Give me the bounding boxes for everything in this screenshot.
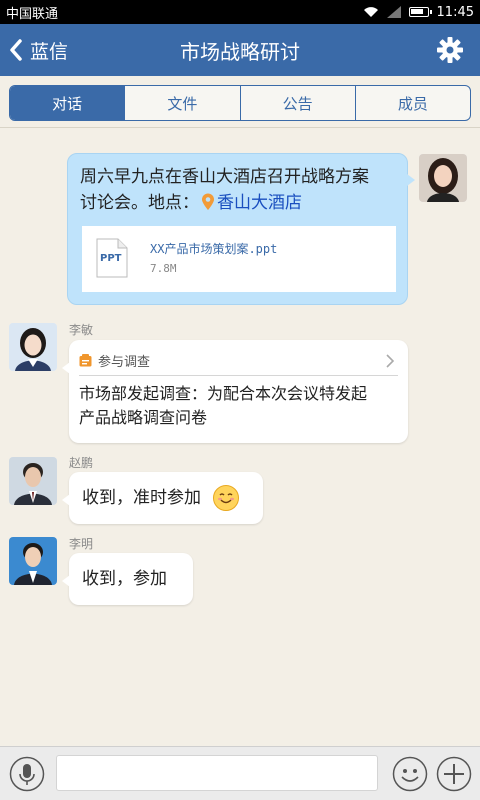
file-attachment[interactable]: PPT XX产品市场策划案.ppt 7.8M [82, 226, 396, 292]
message-bubble-self[interactable]: 周六早九点在香山大酒店召开战略方案 讨论会。地点： 香山大酒店 PPT XX产品市… [67, 153, 415, 305]
tab-members[interactable]: 成员 [356, 86, 470, 120]
status-bar: 中国联通 11:45 [0, 0, 480, 24]
tab-announcements[interactable]: 公告 [241, 86, 356, 120]
carrier-name: 中国联通 [6, 6, 59, 22]
wifi-icon [363, 7, 378, 17]
file-type-label: PPT [100, 253, 122, 264]
message-text: 周六早九点在香山大酒店召开战略方案 [80, 167, 369, 187]
file-size: 7.8M [150, 262, 177, 275]
signal-icon [386, 6, 401, 18]
survey-title: 参与调查 [98, 355, 151, 370]
location-link[interactable]: 香山大酒店 [217, 193, 302, 213]
message-text: 市场部发起调查：为配合本次会议特发起 [79, 384, 368, 403]
sender-name: 赵鹏 [69, 456, 94, 470]
message-bubble[interactable]: 收到，准时参加 [62, 472, 263, 524]
message-text: 讨论会。地点： [80, 193, 199, 213]
tab-bar: 对话 文件 公告 成员 [0, 76, 480, 128]
avatar-zhao-peng[interactable] [9, 457, 57, 505]
emoji-icon[interactable] [392, 756, 428, 792]
tab-files[interactable]: 文件 [125, 86, 241, 120]
smile-emoji-icon [213, 485, 239, 511]
segmented-tabs: 对话 文件 公告 成员 [9, 85, 471, 121]
file-name: XX产品市场策划案.ppt [150, 242, 278, 256]
mic-icon[interactable] [9, 756, 45, 792]
plus-icon[interactable] [436, 756, 472, 792]
avatar-self[interactable] [419, 154, 467, 202]
chat-list[interactable]: 周六早九点在香山大酒店召开战略方案 讨论会。地点： 香山大酒店 PPT XX产品市… [0, 129, 480, 746]
survey-icon [79, 354, 92, 367]
gear-icon[interactable] [436, 36, 464, 64]
tab-chat[interactable]: 对话 [10, 86, 126, 120]
battery-icon [408, 7, 432, 17]
avatar-li-min[interactable] [9, 323, 57, 371]
nav-bar: 蓝信 市场战略研讨 [0, 24, 480, 76]
message-input[interactable] [56, 755, 378, 791]
sender-name: 李敏 [69, 323, 94, 337]
message-text: 收到，准时参加 [82, 488, 201, 508]
back-button[interactable]: 蓝信 [8, 24, 68, 76]
page-title: 市场战略研讨 [180, 39, 300, 64]
message-bubble[interactable]: 收到，参加 [62, 553, 193, 605]
location-pin-icon [202, 193, 214, 210]
back-label: 蓝信 [30, 40, 69, 63]
chevron-right-icon [386, 354, 394, 368]
message-text: 收到，参加 [82, 569, 167, 589]
input-bar [0, 746, 480, 800]
clock: 11:45 [436, 4, 474, 20]
survey-card[interactable]: 参与调查 市场部发起调查：为配合本次会议特发起 产品战略调查问卷 [62, 340, 408, 443]
sender-name: 李明 [69, 537, 94, 551]
message-text: 产品战略调查问卷 [79, 408, 208, 427]
back-icon [10, 39, 22, 61]
avatar-li-ming[interactable] [9, 537, 57, 585]
